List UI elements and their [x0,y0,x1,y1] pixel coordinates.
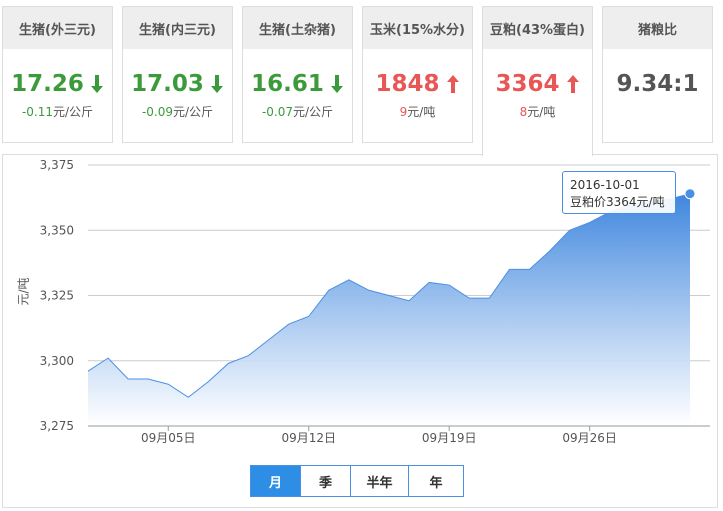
range-halfyear-button[interactable]: 半年 [351,466,409,496]
range-month-button[interactable]: 月 [251,466,301,496]
range-selector: 月 季 半年 年 [250,465,464,497]
chart-tooltip: 2016-10-01 豆粕价3364元/吨 [562,171,676,214]
tooltip-date: 2016-10-01 [570,178,640,192]
x-tick-label: 09月26日 [562,431,617,445]
highlight-point[interactable] [684,188,696,200]
card-change: 8元/吨 [483,103,592,120]
price-chart: 3,275 3,300 3,325 3,350 3,375 09月05日 09月12日 09… [40,158,710,445]
y-tick-label: 3,275 [40,419,74,433]
tooltip-value: 豆粕价3364元/吨 [570,195,665,209]
x-tick-label: 09月05日 [141,431,196,445]
card-change-unit: 元/吨 [527,105,556,119]
x-tick-label: 09月19日 [422,431,477,445]
y-axis-title: 元/吨 [16,277,31,306]
arrow-up-icon [566,75,579,93]
x-tick-label: 09月12日 [281,431,336,445]
y-tick-label: 3,350 [40,223,74,237]
card-price-value: 3364 [495,71,560,97]
y-tick-label: 3,375 [40,158,74,172]
range-year-button[interactable]: 年 [409,466,463,496]
y-tick-label: 3,300 [40,354,74,368]
card-title: 豆粕(43%蛋白) [483,7,592,49]
range-quarter-button[interactable]: 季 [301,466,351,496]
y-tick-label: 3,325 [40,289,74,303]
card-soybean-meal[interactable]: 豆粕(43%蛋白) 3364 8元/吨 [482,6,593,156]
card-price: 3364 [483,69,592,99]
